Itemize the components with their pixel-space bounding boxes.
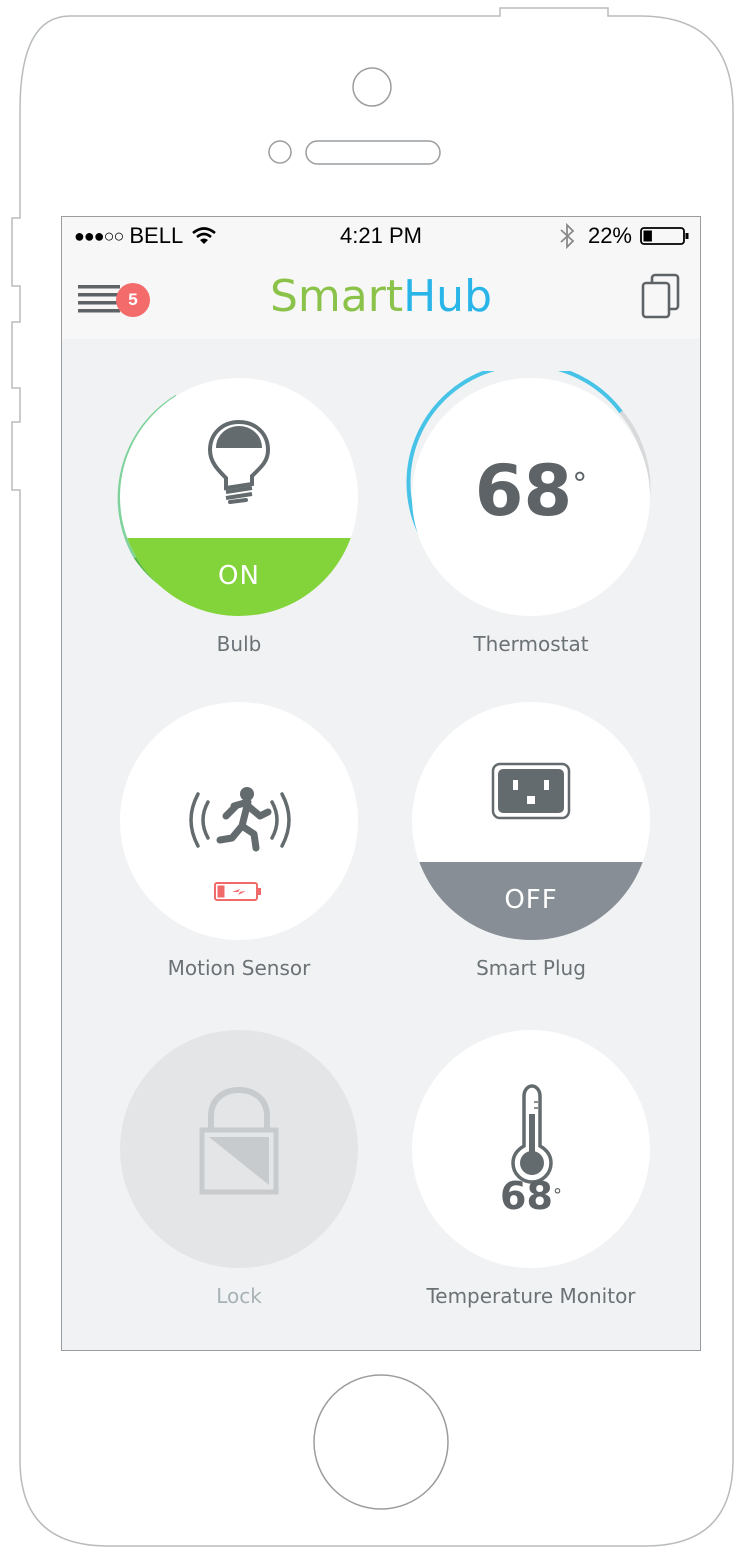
motion-sensor-icon	[189, 787, 291, 852]
bulb-label: Bulb	[216, 632, 262, 656]
smart-plug-state: OFF	[504, 885, 558, 915]
thermostat-value: 68	[474, 450, 573, 532]
bulb-icon	[207, 419, 271, 504]
smart-plug-state-band[interactable]: OFF	[412, 862, 650, 940]
device-tile-lock[interactable]: Lock	[109, 1030, 369, 1330]
smart-plug-circle: OFF	[412, 702, 650, 940]
lock-icon	[199, 1086, 279, 1195]
device-tile-motion-sensor[interactable]: Motion Sensor	[109, 702, 369, 1002]
status-bar: ●●●○○ BELL 4:21 PM 22%	[62, 217, 700, 255]
app-title: SmartHub	[62, 271, 700, 322]
smart-plug-label: Smart Plug	[476, 956, 586, 980]
temperature-monitor-reading: 68°	[412, 1176, 650, 1216]
thermostat-circle: 68°	[412, 378, 650, 616]
device-tile-bulb[interactable]: ON Bulb	[109, 378, 369, 678]
bulb-circle: ON	[120, 378, 358, 616]
lock-circle	[120, 1030, 358, 1268]
thermostat-label: Thermostat	[473, 632, 589, 656]
bulb-state: ON	[218, 561, 260, 591]
motion-sensor-circle	[120, 702, 358, 940]
battery-icon	[640, 227, 689, 245]
app-title-hub: Hub	[403, 271, 492, 322]
temperature-monitor-label: Temperature Monitor	[426, 1284, 636, 1308]
lock-label: Lock	[216, 1284, 262, 1308]
temperature-monitor-circle: 68°	[412, 1030, 650, 1268]
temperature-monitor-unit: °	[552, 1185, 562, 1206]
bulb-state-band[interactable]: ON	[120, 538, 358, 616]
nav-bar: 5 SmartHub	[62, 255, 700, 339]
low-battery-icon	[214, 882, 261, 901]
device-tile-temperature-monitor[interactable]: 68° Temperature Monitor	[401, 1030, 661, 1330]
temperature-monitor-value: 68	[500, 1174, 553, 1218]
thermostat-reading: 68°	[412, 456, 650, 526]
device-tile-thermostat[interactable]: 68° Thermostat	[401, 371, 661, 678]
copy-icon	[641, 273, 680, 319]
copy-button[interactable]	[640, 273, 682, 321]
app-screen: ●●●○○ BELL 4:21 PM 22% 5 SmartHub ON Bul…	[62, 217, 700, 1350]
thermometer-icon	[511, 1084, 553, 1184]
device-tile-smart-plug[interactable]: OFF Smart Plug	[401, 702, 661, 1002]
motion-sensor-label: Motion Sensor	[167, 956, 311, 980]
bluetooth-icon	[560, 223, 575, 249]
outlet-icon	[491, 762, 571, 820]
battery-percent: 22%	[587, 223, 632, 248]
app-title-smart: Smart	[269, 271, 404, 322]
thermostat-unit: °	[572, 467, 588, 502]
